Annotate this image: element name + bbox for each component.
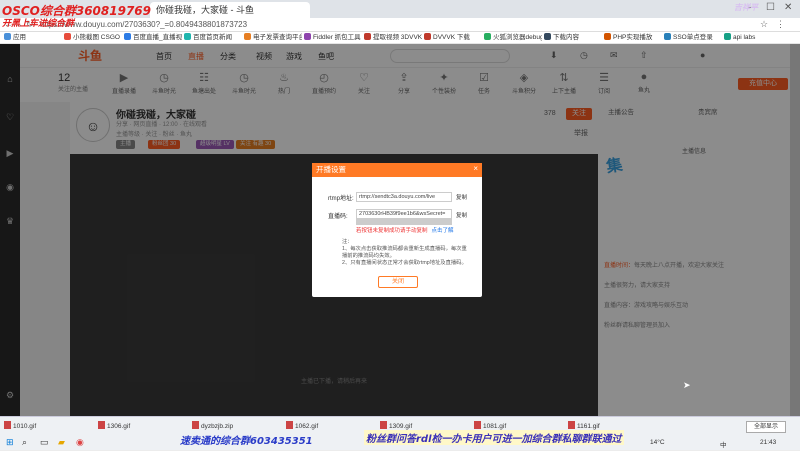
bookmark-favicon-icon <box>544 33 551 40</box>
copy-rtmp-button[interactable]: 复制 <box>456 193 467 201</box>
bookmark-label: 下载内容 <box>553 34 579 41</box>
bookmark-label: SSO单点登录 <box>673 34 713 41</box>
bookmark-favicon-icon <box>184 33 191 40</box>
download-item[interactable]: 1010.gif <box>4 420 36 434</box>
download-filename: 1309.gif <box>389 423 413 430</box>
download-filename: 1010.gif <box>13 423 37 430</box>
copy-code-button[interactable]: 复制 <box>456 211 467 219</box>
overlay-text-bottom-left: 速卖通的综合群603435351 <box>180 436 313 447</box>
download-filename: 1161.gif <box>577 423 600 430</box>
bookmarks-bar: 应用 小熊截图 CSGO 百度直播_直播视频 百度首页新闻 电子发票查询平台 Fiddle… <box>0 32 800 44</box>
bookmark-favicon-icon <box>604 33 611 40</box>
close-window-icon[interactable]: ✕ <box>784 2 792 13</box>
file-icon <box>98 421 105 429</box>
bookmark-item[interactable]: PHP实现播放 <box>604 33 662 43</box>
bookmark-label: 电子发票查询平台 <box>253 34 302 41</box>
bookmark-favicon-icon <box>124 33 131 40</box>
stream-code-field[interactable]: 2703630rHB39f9ee1b6&wsSecret= <box>356 209 452 219</box>
task-view-icon[interactable]: ▭ <box>40 437 49 448</box>
bookmark-favicon-icon <box>484 33 491 40</box>
browser-tab[interactable]: 你碰我碰，大家碰 - 斗鱼 <box>150 2 310 18</box>
rtmp-field[interactable]: rtmp://sendtc3a.douyu.com/live <box>356 192 452 202</box>
bookmark-label: DVVVK 下载 <box>433 34 470 41</box>
file-icon <box>4 421 11 429</box>
download-filename: 1306.gif <box>107 423 131 430</box>
download-filename: dyzbzjb.zip <box>201 423 234 430</box>
file-icon <box>474 421 481 429</box>
maximize-icon[interactable]: ☐ <box>766 2 775 13</box>
menu-icon[interactable]: ⋮ <box>776 19 785 30</box>
bookmark-label: PHP实现播放 <box>613 34 653 41</box>
bookmark-label: 提取视频 3DVVK <box>373 34 422 41</box>
bookmark-favicon-icon <box>64 33 71 40</box>
ime-indicator[interactable]: 中 <box>720 439 727 449</box>
bookmark-item[interactable]: 小熊截图 CSGO <box>64 33 122 43</box>
overlay-text-top-left-2: 开黑上车进综合群 <box>2 19 75 29</box>
file-icon <box>192 421 199 429</box>
blurred-bar <box>356 219 452 225</box>
bookmark-item[interactable]: 火狐浏览器debug <box>484 33 542 43</box>
bookmark-label: api labs <box>733 34 756 41</box>
dialog-title: 开播设置 <box>312 163 482 177</box>
bookmark-item[interactable]: Fiddler 抓包工具 <box>304 33 362 43</box>
star-icon[interactable]: ☆ <box>760 19 768 30</box>
overlay-text-bottom-center: 粉丝群问答rdl检一办卡用户可进一加综合群私聊群联通过 <box>364 430 624 445</box>
stream-settings-dialog: 开播设置 × rtmp地址: rtmp://sendtc3a.douyu.com… <box>312 163 482 297</box>
bookmark-item[interactable]: 应用 <box>4 33 62 43</box>
address-bar: ← → ↻ https://www.douyu.com/2703630?_=0.… <box>0 18 800 32</box>
bookmark-item[interactable]: 提取视频 3DVVK <box>364 33 422 43</box>
chrome-icon[interactable]: ◉ <box>76 437 84 448</box>
file-icon <box>380 421 387 429</box>
mouse-cursor-icon: ➤ <box>683 380 691 390</box>
show-all-downloads-button[interactable]: 全部显示 <box>746 421 786 433</box>
url-input[interactable]: https://www.douyu.com/2703630?_=0.804943… <box>40 19 640 31</box>
bookmark-label: 小熊截图 CSGO <box>73 34 120 41</box>
bookmark-favicon-icon <box>664 33 671 40</box>
file-icon <box>568 421 575 429</box>
bookmark-item[interactable]: 电子发票查询平台 <box>244 33 302 43</box>
download-item[interactable]: 1306.gif <box>98 420 130 434</box>
close-button[interactable]: 关闭 <box>378 276 418 288</box>
bookmark-label: 百度首页新闻 <box>193 34 232 41</box>
temperature: 14°C <box>650 439 665 446</box>
bookmark-favicon-icon <box>244 33 251 40</box>
bookmark-favicon-icon <box>364 33 371 40</box>
bookmark-item[interactable]: 百度首页新闻 <box>184 33 242 43</box>
close-icon[interactable]: × <box>473 164 478 173</box>
bookmark-label: 火狐浏览器debug <box>493 34 542 41</box>
bookmark-item[interactable]: SSO单点登录 <box>664 33 722 43</box>
search-icon[interactable]: ⌕ <box>22 437 27 448</box>
dialog-notes: 注： 1、每次点击获取推流码都会重新生成直播码，每次重播前的推流码均失效。 2、… <box>342 239 467 266</box>
bookmark-favicon-icon <box>4 33 11 40</box>
learn-more-link[interactable]: 点击了解 <box>432 228 454 234</box>
bookmark-item[interactable]: 下载内容 <box>544 33 602 43</box>
overlay-text-top-right: 吉祥平 <box>734 3 758 12</box>
bookmark-label: 应用 <box>13 34 26 41</box>
bookmark-favicon-icon <box>424 33 431 40</box>
bookmark-favicon-icon <box>304 33 311 40</box>
rtmp-label: rtmp地址: <box>328 196 354 202</box>
download-filename: 1062.gif <box>295 423 319 430</box>
code-label: 直播码: <box>328 214 348 220</box>
download-filename: 1081.gif <box>483 423 507 430</box>
file-icon <box>286 421 293 429</box>
copy-warning: 若按钮未复制成功请手动复制 点击了解 <box>356 228 454 234</box>
windows-start-icon[interactable]: ⊞ <box>6 437 14 448</box>
bookmark-item[interactable]: 百度直播_直播视频 <box>124 33 182 43</box>
bookmark-label: 百度直播_直播视频 <box>133 34 182 41</box>
bookmark-favicon-icon <box>724 33 731 40</box>
bookmark-item[interactable]: api labs <box>724 33 782 43</box>
bookmark-item[interactable]: DVVVK 下载 <box>424 33 482 43</box>
folder-icon[interactable]: ▰ <box>58 437 65 448</box>
bookmark-label: Fiddler 抓包工具 <box>313 34 361 41</box>
clock: 21:43 <box>760 439 777 446</box>
